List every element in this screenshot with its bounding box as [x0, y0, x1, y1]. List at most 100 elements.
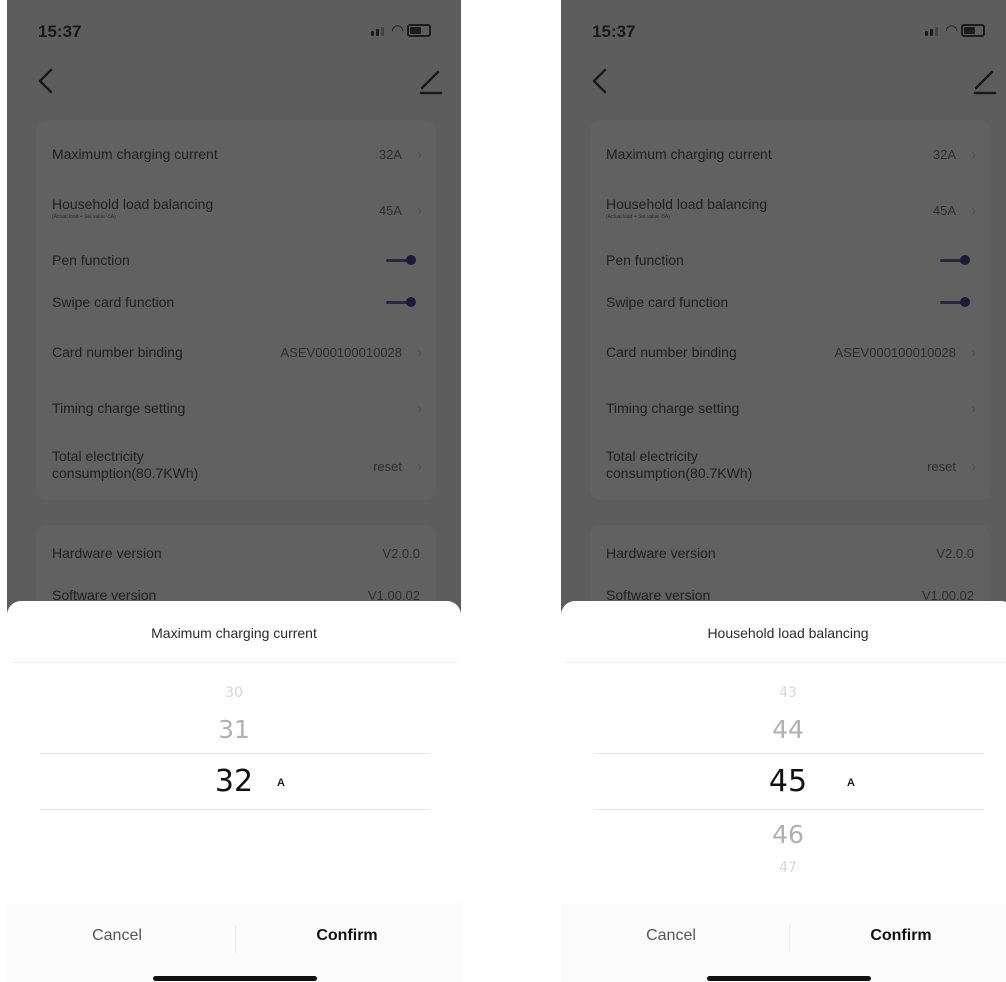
row-max-charging-current[interactable]: Maximum charging current 32A ›	[36, 120, 436, 186]
home-indicator[interactable]	[707, 976, 871, 981]
row-swipe-card-function: Swipe card function	[36, 282, 436, 326]
row-household-load-balancing[interactable]: Household load balancing (Actual load + …	[36, 186, 436, 240]
row-card-number-binding[interactable]: Card number binding ASEV000100010028 ›	[36, 326, 436, 382]
row-label: Maximum charging current	[52, 146, 218, 162]
row-value: ASEV000100010028	[834, 345, 956, 360]
settings-card: Maximum charging current 32A › Household…	[590, 120, 990, 500]
chevron-right-icon: ›	[971, 400, 976, 416]
picker-option[interactable]: 47	[738, 860, 838, 876]
chevron-right-icon: ›	[417, 202, 422, 218]
status-time: 15:37	[592, 22, 636, 41]
row-label: Pen function	[606, 252, 684, 268]
picker-unit: A	[277, 777, 285, 789]
row-label: Timing charge setting	[52, 400, 186, 416]
pencil-icon[interactable]	[972, 66, 998, 96]
picker-option[interactable]: 44	[738, 715, 838, 744]
row-label: Maximum charging current	[606, 146, 772, 162]
row-value: 45A	[932, 203, 956, 218]
battery-icon	[407, 24, 431, 37]
row-value: 32A	[932, 147, 956, 162]
pen-function-toggle[interactable]	[940, 255, 970, 265]
row-sublabel: (Actual load + Set value -5A)	[52, 214, 116, 220]
row-label: consumption(80.7KWh)	[606, 465, 753, 481]
chevron-right-icon: ›	[417, 146, 422, 162]
picker-option[interactable]: 30	[184, 685, 284, 701]
chevron-left-icon[interactable]	[31, 64, 63, 98]
picker-option[interactable]: 43	[738, 685, 838, 701]
picker-selected-value[interactable]: 45	[738, 764, 838, 799]
chevron-right-icon: ›	[417, 344, 422, 360]
bottom-sheet: Maximum charging current 30 31 32 A Canc…	[7, 601, 461, 982]
picker-unit: A	[847, 777, 855, 789]
reset-link[interactable]: reset	[927, 459, 956, 474]
confirm-button[interactable]: Confirm	[851, 927, 951, 945]
picker-selection-line-bottom	[594, 809, 984, 810]
row-total-electricity[interactable]: Total electricity consumption(80.7KWh) r…	[36, 438, 436, 500]
sheet-footer: Cancel Confirm	[7, 903, 461, 982]
picker-selection-line-bottom	[40, 809, 430, 810]
row-value: 45A	[378, 203, 402, 218]
battery-icon	[961, 24, 985, 37]
picker-selected-value[interactable]: 32	[184, 764, 284, 799]
row-label: Pen function	[52, 252, 130, 268]
wifi-icon: ◠	[945, 22, 959, 39]
phone-screen-right: 15:37 ◠ Maximum charging current 32A › H…	[561, 0, 1006, 982]
picker-option[interactable]: 31	[184, 715, 284, 744]
sheet-footer: Cancel Confirm	[561, 903, 1006, 982]
row-label: Total electricity	[606, 448, 698, 464]
row-label: Household load balancing	[606, 196, 768, 212]
number-picker[interactable]: 43 44 45 A 46 47	[561, 663, 1006, 903]
chevron-right-icon: ›	[971, 146, 976, 162]
row-pen-function: Pen function	[590, 240, 990, 282]
pencil-icon[interactable]	[418, 66, 444, 96]
row-label: Card number binding	[606, 344, 737, 360]
row-label: Hardware version	[52, 545, 162, 561]
chevron-left-icon[interactable]	[585, 64, 617, 98]
phone-screen-left: 15:37 ◠ Maximum charging current 32A › H…	[7, 0, 461, 982]
row-label: Swipe card function	[52, 294, 175, 310]
chevron-right-icon: ›	[417, 458, 422, 474]
footer-separator	[235, 925, 236, 953]
row-total-electricity[interactable]: Total electricity consumption(80.7KWh) r…	[590, 438, 990, 500]
status-bar: 15:37 ◠	[561, 0, 1006, 60]
row-label: Household load balancing	[52, 196, 214, 212]
pen-function-toggle[interactable]	[386, 255, 416, 265]
row-max-charging-current[interactable]: Maximum charging current 32A ›	[590, 120, 990, 186]
row-household-load-balancing[interactable]: Household load balancing (Actual load + …	[590, 186, 990, 240]
status-bar: 15:37 ◠	[7, 0, 461, 60]
status-time: 15:37	[38, 22, 82, 41]
cancel-button[interactable]: Cancel	[67, 927, 167, 945]
row-label: Hardware version	[606, 545, 716, 561]
picker-option[interactable]: 46	[738, 820, 838, 849]
row-card-number-binding[interactable]: Card number binding ASEV000100010028 ›	[590, 326, 990, 382]
row-timing-charge-setting[interactable]: Timing charge setting ›	[36, 382, 436, 438]
row-sublabel: (Actual load + Set value -5A)	[606, 214, 670, 220]
row-value: ASEV000100010028	[280, 345, 402, 360]
row-timing-charge-setting[interactable]: Timing charge setting ›	[590, 382, 990, 438]
chevron-right-icon: ›	[971, 202, 976, 218]
row-label: consumption(80.7KWh)	[52, 465, 199, 481]
row-hardware-version: Hardware version V2.0.0	[36, 525, 436, 581]
sheet-title: Maximum charging current	[151, 625, 317, 641]
wifi-icon: ◠	[391, 22, 405, 39]
chevron-right-icon: ›	[971, 458, 976, 474]
swipe-card-toggle[interactable]	[386, 297, 416, 307]
chevron-right-icon: ›	[417, 400, 422, 416]
footer-separator	[789, 925, 790, 953]
home-indicator[interactable]	[153, 976, 317, 981]
row-value: V2.0.0	[382, 546, 420, 561]
row-label: Card number binding	[52, 344, 183, 360]
row-hardware-version: Hardware version V2.0.0	[590, 525, 990, 581]
row-value: V2.0.0	[936, 546, 974, 561]
cancel-button[interactable]: Cancel	[621, 927, 721, 945]
reset-link[interactable]: reset	[373, 459, 402, 474]
confirm-button[interactable]: Confirm	[297, 927, 397, 945]
picker-selection-line-top	[594, 753, 984, 754]
settings-card: Maximum charging current 32A › Household…	[36, 120, 436, 500]
row-label: Swipe card function	[606, 294, 729, 310]
swipe-card-toggle[interactable]	[940, 297, 970, 307]
row-value: 32A	[378, 147, 402, 162]
row-label: Total electricity	[52, 448, 144, 464]
picker-selection-line-top	[40, 753, 430, 754]
number-picker[interactable]: 30 31 32 A	[7, 663, 461, 903]
